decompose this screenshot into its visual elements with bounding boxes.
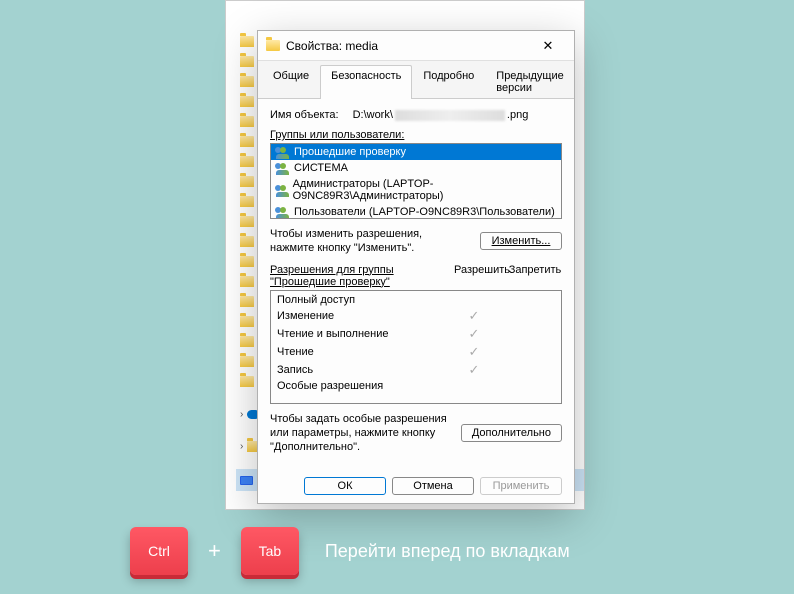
apply-button: Применить	[480, 477, 562, 495]
deny-column-header: Запретить	[508, 264, 562, 288]
folder-icon	[240, 356, 254, 367]
perm-row: Чтение и выполнение✓	[271, 325, 561, 343]
tab-details[interactable]: Подробно	[412, 65, 485, 98]
ok-button[interactable]: ОК	[304, 477, 386, 495]
users-icon	[275, 185, 289, 196]
permissions-listbox: Полный доступ Изменение✓ Чтение и выполн…	[270, 290, 562, 404]
folder-icon	[240, 96, 254, 107]
folder-icon	[240, 56, 254, 67]
tab-security[interactable]: Безопасность	[320, 65, 412, 99]
keyboard-shortcut-tip: Ctrl + Tab Перейти вперед по вкладкам	[130, 527, 570, 575]
advanced-help-text: Чтобы задать особые разрешения или парам…	[270, 412, 450, 455]
check-icon: ✓	[447, 326, 501, 342]
perm-row: Изменение✓	[271, 307, 561, 325]
perm-row: Особые разрешения	[271, 379, 561, 393]
check-icon: ✓	[447, 362, 501, 378]
groups-label: Группы или пользователи:	[270, 129, 404, 141]
folder-icon	[240, 276, 254, 287]
pc-icon	[240, 476, 253, 485]
dialog-footer: ОК Отмена Применить	[258, 477, 574, 495]
groups-listbox[interactable]: Прошедшие проверку СИСТЕМА Администратор…	[270, 143, 562, 219]
change-help-text: Чтобы изменить разрешения, нажмите кнопк…	[270, 227, 422, 256]
folder-icon	[240, 316, 254, 327]
group-item-admins[interactable]: Администраторы (LAPTOP-O9NC89R3\Админист…	[271, 176, 561, 204]
blurred-path	[395, 110, 505, 121]
group-item-authenticated[interactable]: Прошедшие проверку	[271, 144, 561, 160]
folder-icon	[240, 376, 254, 387]
folder-icon	[240, 116, 254, 127]
close-button[interactable]: ✕	[530, 31, 566, 60]
folder-icon	[240, 236, 254, 247]
tab-general[interactable]: Общие	[262, 65, 320, 98]
tab-previous[interactable]: Предыдущие версии	[485, 65, 574, 98]
folder-icon	[240, 176, 254, 187]
group-item-system[interactable]: СИСТЕМА	[271, 160, 561, 176]
perm-row: Чтение✓	[271, 343, 561, 361]
check-icon: ✓	[447, 308, 501, 324]
folder-icon	[240, 196, 254, 207]
object-name-label: Имя объекта:	[270, 109, 339, 121]
users-icon	[275, 207, 290, 218]
change-button[interactable]: Изменить...	[480, 232, 562, 250]
perm-row: Полный доступ	[271, 293, 561, 307]
folder-icon	[240, 36, 254, 47]
tab-content: Имя объекта: D:\work\.png Группы или пол…	[258, 99, 574, 472]
allow-column-header: Разрешить	[454, 264, 508, 288]
advanced-button[interactable]: Дополнительно	[461, 424, 562, 442]
tab-key: Tab	[241, 527, 299, 575]
cancel-button[interactable]: Отмена	[392, 477, 474, 495]
users-icon	[275, 147, 290, 158]
perm-row: Запись✓	[271, 361, 561, 379]
folder-icon	[266, 40, 280, 51]
dialog-title: Свойства: media	[286, 39, 530, 53]
folder-icon	[240, 136, 254, 147]
folder-icon	[240, 216, 254, 227]
check-icon: ✓	[447, 344, 501, 360]
group-item-users[interactable]: Пользователи (LAPTOP-O9NC89R3\Пользовате…	[271, 204, 561, 219]
folder-icon	[240, 76, 254, 87]
folder-icon	[240, 256, 254, 267]
ctrl-key: Ctrl	[130, 527, 188, 575]
users-icon	[275, 163, 290, 174]
plus-icon: +	[208, 538, 221, 564]
folder-icon	[240, 156, 254, 167]
permissions-header: Разрешения для группы "Прошедшие проверк…	[270, 264, 454, 288]
object-name-value: D:\work\.png	[353, 109, 529, 121]
properties-dialog: Свойства: media ✕ Общие Безопасность Под…	[257, 30, 575, 504]
titlebar: Свойства: media ✕	[258, 31, 574, 61]
tab-bar: Общие Безопасность Подробно Предыдущие в…	[258, 61, 574, 99]
folder-icon	[240, 296, 254, 307]
shortcut-description: Перейти вперед по вкладкам	[325, 541, 570, 562]
folder-icon	[240, 336, 254, 347]
